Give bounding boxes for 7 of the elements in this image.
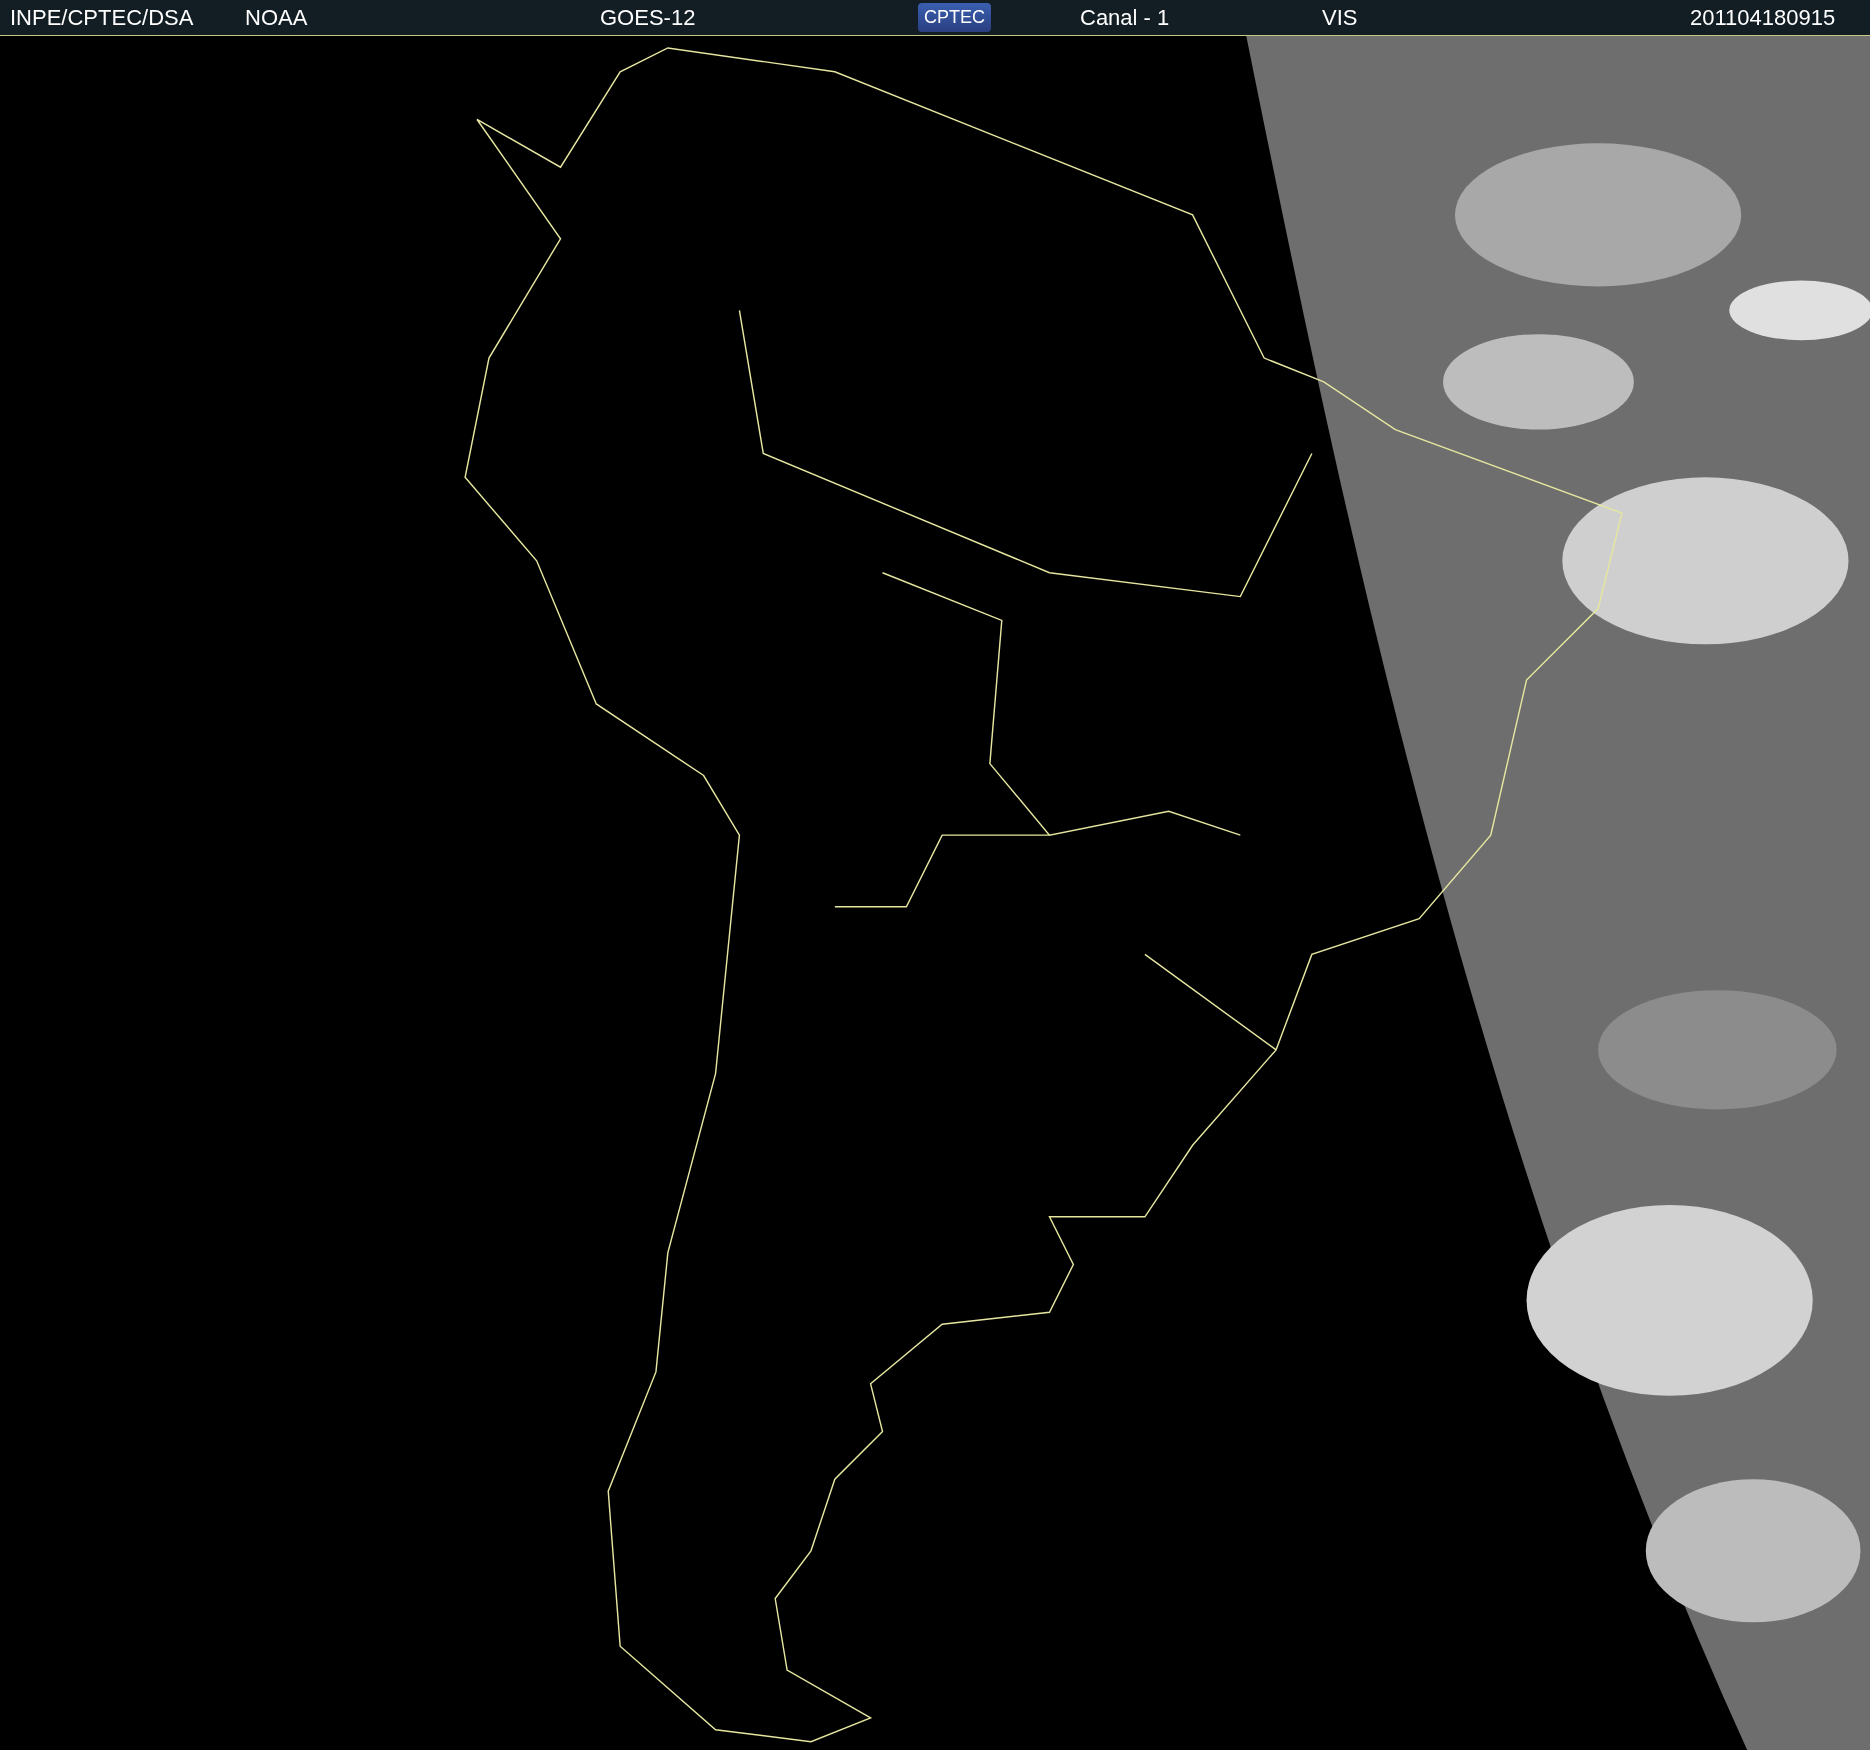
channel-label: Canal - 1 bbox=[1080, 4, 1170, 31]
satellite-label: GOES-12 bbox=[600, 4, 696, 31]
source-label: INPE/CPTEC/DSA bbox=[10, 4, 194, 31]
timestamp-label: 201104180915 bbox=[1690, 4, 1836, 31]
agency-label: NOAA bbox=[245, 4, 308, 31]
logo-badge: CPTEC bbox=[918, 3, 991, 32]
band-label: VIS bbox=[1322, 4, 1358, 31]
